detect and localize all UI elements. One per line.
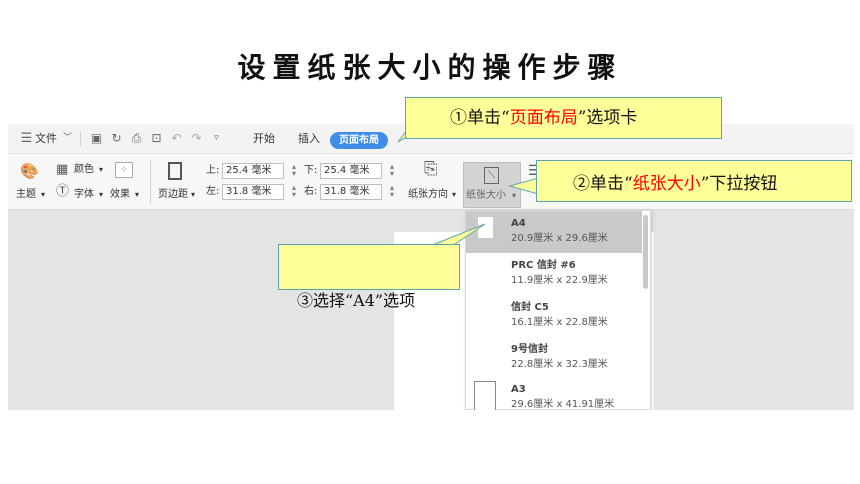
margin-top-label: 上: (206, 165, 220, 176)
paper-size-button[interactable]: ⟍ 纸张大小 ▾ (463, 162, 521, 208)
callout-step3: ③选择“A4”选项 (278, 244, 460, 310)
paper-option-name: A3 (511, 384, 526, 395)
chevron-down-icon: ▾ (99, 165, 104, 174)
chevron-down-icon: ▾ (191, 190, 196, 199)
margin-left-input[interactable]: 31.8 毫米 (222, 184, 284, 200)
effect-icon[interactable]: ⁘ (115, 162, 133, 178)
paper-option-name: A4 (511, 218, 526, 229)
tab-home[interactable]: 开始 (253, 130, 275, 148)
undo-icon[interactable]: ↶ (170, 132, 183, 145)
color-button[interactable]: 颜色 (74, 163, 94, 176)
paper-option-name: PRC 信封 #6 (511, 260, 576, 271)
font-button[interactable]: 字体 (74, 188, 94, 201)
chevron-down-icon: ▾ (41, 190, 46, 199)
theme-icon[interactable]: 🎨 (20, 164, 39, 179)
file-menu[interactable]: 文件 (35, 130, 57, 148)
callout-step2-highlight: 纸张大小 (632, 174, 701, 194)
paper-option-name: 9号信封 (511, 344, 548, 355)
orientation-button[interactable]: 纸张方向 (408, 188, 448, 201)
tab-page-layout[interactable]: 页面布局 (330, 132, 388, 149)
paper-option-envelope-c5[interactable]: 信封 C5 16.1厘米 x 22.8厘米 (466, 295, 642, 337)
page-icon (474, 381, 496, 410)
callout-step1-suffix: ”选项卡 (577, 108, 638, 128)
menu-icon[interactable]: ☰ (20, 132, 33, 145)
slide-title: 设置纸张大小的操作步骤 (237, 51, 623, 84)
callout-step2-prefix: ②单击“ (573, 174, 633, 194)
paper-option-size: 20.9厘米 x 29.6厘米 (511, 233, 608, 244)
paper-option-size: 29.6厘米 x 41.91厘米 (511, 399, 615, 410)
spin-arrows-icon[interactable]: ▴ ▾ (290, 184, 298, 199)
paper-option-size: 16.1厘米 x 22.8厘米 (511, 317, 608, 328)
print-icon[interactable]: ⎙ (130, 132, 143, 145)
chevron-down-icon: ▾ (135, 190, 140, 199)
spin-arrows-icon[interactable]: ▴ ▾ (290, 163, 298, 178)
dropdown-scrollbar[interactable] (643, 215, 648, 289)
chevron-down-icon: ▾ (452, 190, 457, 199)
paper-size-label: 纸张大小 (466, 190, 506, 201)
save-icon[interactable]: ▣ (90, 132, 103, 145)
margin-left-label: 左: (206, 186, 220, 197)
callout-step1-prefix: ①单击“ (450, 108, 510, 128)
margin-icon[interactable] (168, 162, 182, 180)
callout-step3-text: ③选择“A4”选项 (297, 291, 416, 310)
margin-button[interactable]: 页边距 (158, 188, 188, 201)
paper-option-envelope-9[interactable]: 9号信封 22.8厘米 x 32.3厘米 (466, 337, 642, 379)
paper-option-prc-envelope-6[interactable]: PRC 信封 #6 11.9厘米 x 22.9厘米 (466, 253, 642, 295)
theme-button[interactable]: 主题 (16, 188, 36, 201)
format-painter-icon[interactable]: ↻ (110, 132, 123, 145)
preview-icon[interactable]: ⊡ (150, 132, 163, 145)
callout-step1-highlight: 页面布局 (509, 108, 578, 128)
font-icon[interactable]: Ⓣ (56, 184, 69, 199)
margin-right-label: 右: (304, 186, 318, 197)
callout-step1: ①单击“页面布局”选项卡 (405, 97, 722, 139)
document-workspace (8, 210, 854, 410)
divider (150, 160, 151, 204)
color-icon[interactable]: ▦ (56, 162, 68, 177)
margin-top-input[interactable]: 25.4 毫米 (222, 163, 284, 179)
chevron-down-icon: ▾ (99, 190, 104, 199)
paper-size-icon: ⟍ (484, 167, 499, 184)
paper-size-dropdown: A4 20.9厘米 x 29.6厘米 PRC 信封 #6 11.9厘米 x 22… (465, 210, 651, 410)
orientation-icon[interactable]: ⎘ (424, 161, 438, 178)
callout-step2: ②单击“纸张大小”下拉按钮 (536, 160, 852, 202)
paper-option-size: 11.9厘米 x 22.9厘米 (511, 275, 608, 286)
chevron-down-icon[interactable]: ﹀ (61, 132, 74, 145)
spin-arrows-icon[interactable]: ▴ ▾ (388, 184, 396, 199)
paper-option-name: 信封 C5 (511, 302, 549, 313)
divider (80, 132, 81, 146)
tab-insert[interactable]: 插入 (298, 130, 320, 148)
redo-icon[interactable]: ↷ (190, 132, 203, 145)
paper-option-size: 22.8厘米 x 32.3厘米 (511, 359, 608, 370)
page-icon (478, 217, 493, 238)
spin-arrows-icon[interactable]: ▴ ▾ (388, 163, 396, 178)
callout-step2-suffix: ”下拉按钮 (700, 174, 778, 194)
chevron-down-icon: ▾ (512, 191, 517, 200)
margin-bottom-label: 下: (304, 165, 318, 176)
margin-right-input[interactable]: 31.8 毫米 (320, 184, 382, 200)
effect-button[interactable]: 效果 (110, 188, 130, 201)
margin-bottom-input[interactable]: 25.4 毫米 (320, 163, 382, 179)
paper-option-a3[interactable]: A3 29.6厘米 x 41.91厘米 (466, 377, 642, 410)
paper-option-a4[interactable]: A4 20.9厘米 x 29.6厘米 (466, 211, 642, 253)
customize-icon[interactable]: ▿ (210, 132, 223, 145)
